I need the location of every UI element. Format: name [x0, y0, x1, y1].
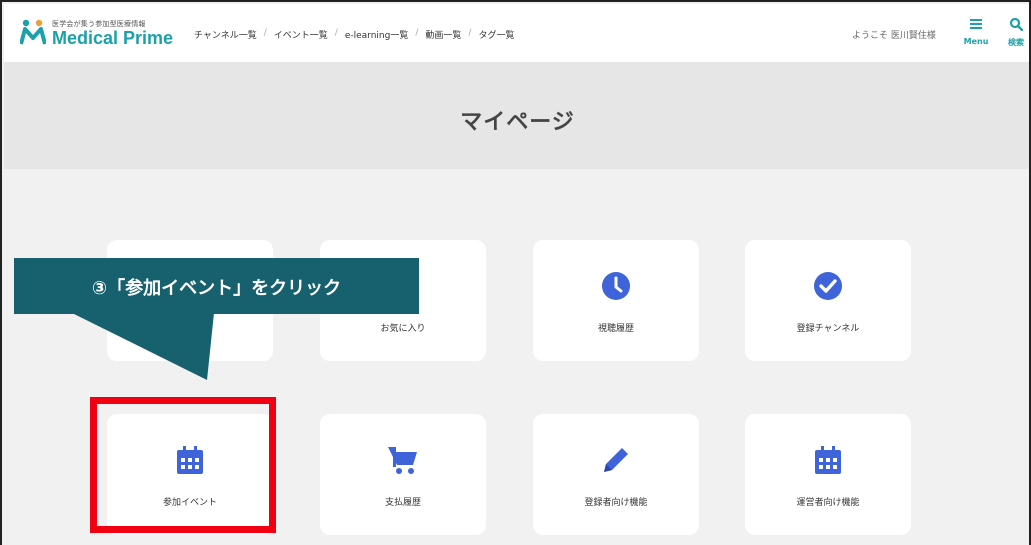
callout-text: ③「参加イベント」をクリック [91, 278, 342, 299]
highlight-box [90, 397, 276, 533]
instruction-callout: ③「参加イベント」をクリック [14, 258, 419, 314]
screenshot-frame: 医学会が集う参加型医療情報 Medical Prime チャンネル一覧 / イベ… [0, 0, 1031, 545]
